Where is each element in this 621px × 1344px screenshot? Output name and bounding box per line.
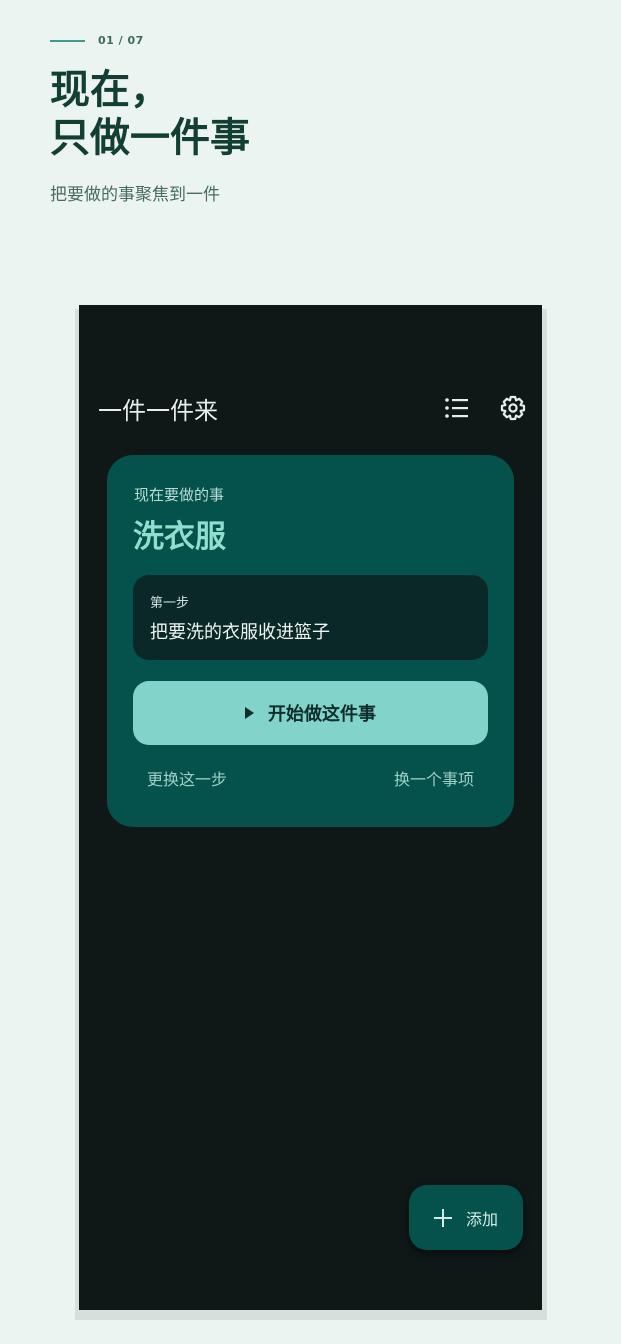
add-button-label: 添加 xyxy=(465,1209,498,1229)
header-accent-line xyxy=(50,40,85,42)
list-icon[interactable] xyxy=(443,394,471,422)
headline-line-1: 现在， xyxy=(50,67,170,113)
step-text: 把要洗的衣服收进篮子 xyxy=(150,622,330,643)
start-task-label: 开始做这件事 xyxy=(268,704,376,725)
page-subline: 把要做的事聚焦到一件 xyxy=(50,185,220,205)
add-button[interactable]: 添加 xyxy=(409,1185,523,1250)
play-icon xyxy=(245,707,254,719)
start-task-button[interactable]: 开始做这件事 xyxy=(133,681,488,745)
change-step-button[interactable]: 更换这一步 xyxy=(147,766,227,790)
current-task-card: 现在要做的事 洗衣服 第一步 把要洗的衣服收进篮子 开始做这件事 更换这一步 换… xyxy=(107,455,514,827)
step-label: 第一步 xyxy=(150,596,190,611)
page-headline: 现在， 只做一件事 xyxy=(50,66,250,162)
app-title: 一件一件来 xyxy=(98,397,218,425)
plus-icon xyxy=(433,1208,452,1227)
page-counter: 01 / 07 xyxy=(98,34,144,47)
showcase-page: 01 / 07 现在， 只做一件事 把要做的事聚焦到一件 一件一件来 现在要做的… xyxy=(0,0,621,1344)
gear-icon[interactable] xyxy=(499,394,527,422)
change-item-button[interactable]: 换一个事项 xyxy=(394,766,474,790)
current-task-title: 洗衣服 xyxy=(133,519,226,555)
phone-screen: 一件一件来 现在要做的事 洗衣服 第一步 把要洗的衣服收进篮子 开始做这件事 更… xyxy=(79,305,542,1310)
headline-line-2: 只做一件事 xyxy=(50,115,250,161)
current-task-label: 现在要做的事 xyxy=(134,486,225,504)
step-box: 第一步 把要洗的衣服收进篮子 xyxy=(133,575,488,660)
